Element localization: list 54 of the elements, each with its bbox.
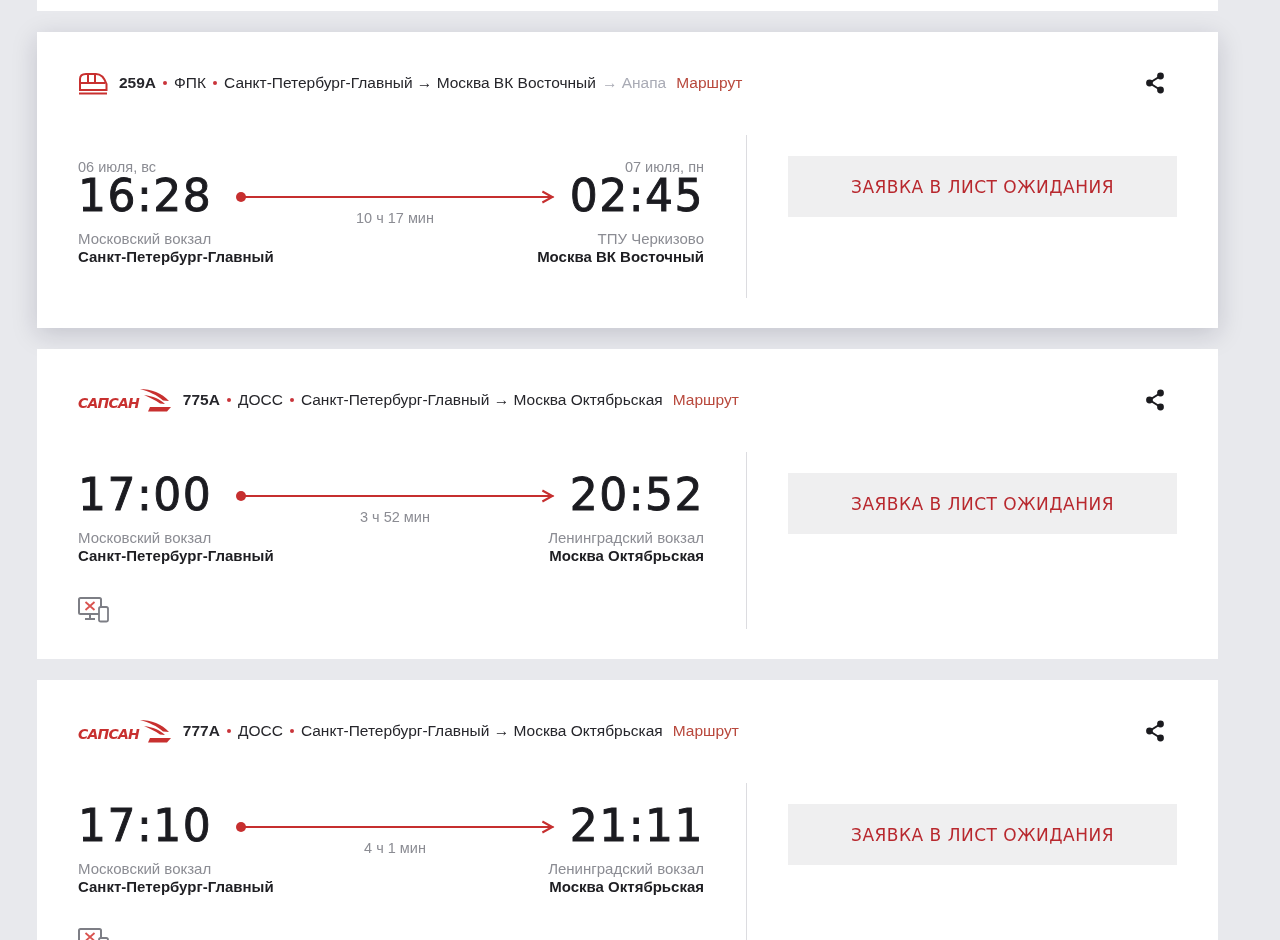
travel-duration: 4 ч 1 мин [364,839,426,857]
arrival-name: Москва Октябрьская [549,547,704,565]
waitlist-button[interactable]: ЗАЯВКА В ЛИСТ ОЖИДАНИЯ [788,156,1177,217]
arrival-time: 20:52 [569,472,704,518]
departure-name: Санкт-Петербург-Главный [78,248,274,266]
share-icon[interactable] [1145,389,1165,411]
travel-duration: 10 ч 17 мин [356,209,434,227]
carrier-name: ДОСС [237,391,283,409]
route-link[interactable]: Маршрут [672,722,739,740]
departure-name: Санкт-Петербург-Главный [78,878,274,896]
wing-icon [139,388,172,412]
route-text: Санкт-Петербург-Главный → Москва Октябрьская [300,391,663,409]
route-text: Санкт-Петербург-Главный → Москва ВК Восточный [224,74,596,92]
train-icon [78,71,108,95]
carrier-name: ФПК [174,74,207,92]
separator-dot-icon [163,81,168,85]
departure-time: 16:28 [78,173,213,219]
waitlist-button[interactable]: ЗАЯВКА В ЛИСТ ОЖИДАНИЯ [788,804,1177,865]
arrival-time: 21:11 [569,803,704,849]
logo-wordmark: САПСАН [78,726,139,742]
separator-dot-icon [289,398,294,402]
arrival-time: 02:45 [569,173,704,219]
carrier-name: ДОСС [237,722,283,740]
departure-station: Московский вокзал [78,860,212,878]
arrival-name: Москва ВК Восточный [537,248,704,266]
wing-icon [139,719,172,743]
route-link[interactable]: Маршрут [672,391,739,409]
train-number: 775А [182,391,220,409]
departure-station: Московский вокзал [78,230,212,248]
waitlist-button[interactable]: ЗАЯВКА В ЛИСТ ОЖИДАНИЯ [788,473,1177,534]
departure-time: 17:00 [78,472,213,518]
train-number: 259А [119,74,157,92]
train-number: 777А [182,722,220,740]
departure-date: 06 июля, вс [78,158,156,176]
share-icon[interactable] [1145,720,1165,742]
arrival-station: ТПУ Черкизово [597,230,704,248]
route-link[interactable]: Маршрут [676,74,743,92]
arrival-date: 07 июля, пн [624,158,704,176]
logo-wordmark: САПСАН [78,395,139,411]
arrival-station: Ленинградский вокзал [548,860,704,878]
separator-dot-icon [289,729,294,733]
separator-dot-icon [213,81,218,85]
no-screen-icon [78,597,110,623]
arrival-name: Москва Октябрьская [549,878,704,896]
travel-duration: 3 ч 52 мин [360,508,430,526]
separator-dot-icon [226,729,231,733]
departure-station: Московский вокзал [78,529,212,547]
separator-dot-icon [226,398,231,402]
departure-time: 17:10 [78,803,213,849]
arrival-station: Ленинградский вокзал [548,529,704,547]
departure-name: Санкт-Петербург-Главный [78,547,274,565]
share-icon[interactable] [1145,72,1165,94]
route-continuation: → Анапа [601,74,667,92]
route-text: Санкт-Петербург-Главный → Москва Октябрьская [300,722,663,740]
